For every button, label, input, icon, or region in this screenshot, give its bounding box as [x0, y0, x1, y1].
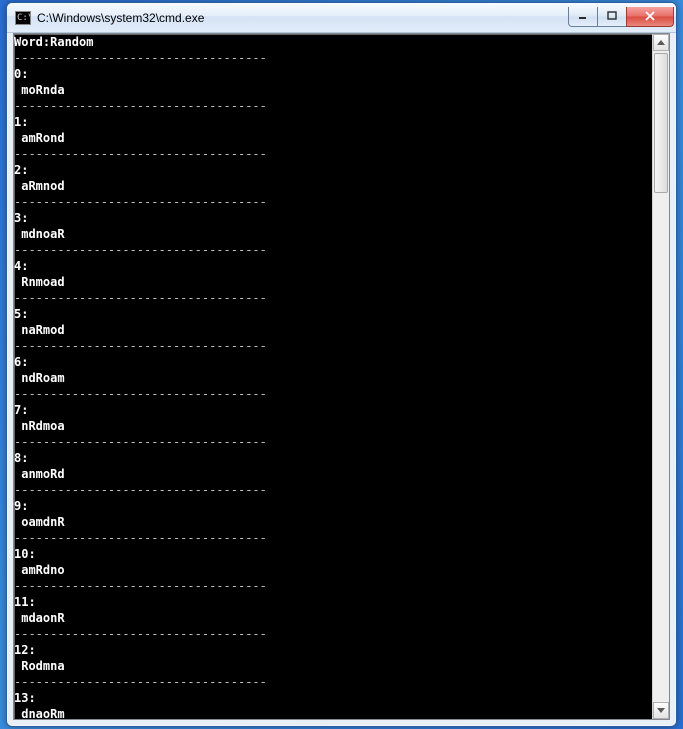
console-divider: -----------------------------------	[14, 675, 267, 689]
console-word: amRond	[14, 131, 65, 145]
chevron-down-icon	[657, 708, 665, 713]
vertical-scrollbar[interactable]	[652, 34, 669, 719]
console-divider: -----------------------------------	[14, 243, 267, 257]
console-word: Rnmoad	[14, 275, 65, 289]
console-index: 6:	[14, 355, 28, 369]
console-word: mdnoaR	[14, 227, 65, 241]
scroll-thumb[interactable]	[654, 53, 668, 193]
console-index: 9:	[14, 499, 28, 513]
console-index: 2:	[14, 163, 28, 177]
console-index: 13:	[14, 691, 36, 705]
console-word: ndRoam	[14, 371, 65, 385]
console-index: 0:	[14, 67, 28, 81]
console-word: Rodmna	[14, 659, 65, 673]
console-index: 8:	[14, 451, 28, 465]
console-word: dnaoRm	[14, 707, 65, 719]
maximize-button[interactable]	[597, 7, 627, 27]
console-divider: -----------------------------------	[14, 531, 267, 545]
console-output: Word:Random ----------------------------…	[14, 34, 652, 719]
console-word: amRdno	[14, 563, 65, 577]
console-divider: -----------------------------------	[14, 99, 267, 113]
scroll-down-button[interactable]	[653, 702, 669, 719]
console-index: 11:	[14, 595, 36, 609]
close-button[interactable]	[626, 7, 674, 27]
console-word: mdaonR	[14, 611, 65, 625]
console-word: aRmnod	[14, 179, 65, 193]
console-divider: -----------------------------------	[14, 291, 267, 305]
client-area: Word:Random ----------------------------…	[13, 33, 670, 720]
scroll-track[interactable]	[653, 51, 669, 702]
console-index: 3:	[14, 211, 28, 225]
console-divider: -----------------------------------	[14, 51, 267, 65]
console-index: 7:	[14, 403, 28, 417]
cmd-icon: C:\	[15, 11, 31, 25]
console-divider: -----------------------------------	[14, 627, 267, 641]
window-control-group	[569, 7, 674, 27]
console-word: naRmod	[14, 323, 65, 337]
console-index: 12:	[14, 643, 36, 657]
chevron-up-icon	[657, 40, 665, 45]
console-word: nRdmoa	[14, 419, 65, 433]
console-divider: -----------------------------------	[14, 435, 267, 449]
console-header: Word:Random	[14, 35, 93, 49]
console-divider: -----------------------------------	[14, 483, 267, 497]
console-index: 4:	[14, 259, 28, 273]
titlebar[interactable]: C:\ C:\Windows\system32\cmd.exe	[7, 3, 676, 33]
console-divider: -----------------------------------	[14, 147, 267, 161]
console-index: 10:	[14, 547, 36, 561]
console-word: oamdnR	[14, 515, 65, 529]
console-divider: -----------------------------------	[14, 339, 267, 353]
minimize-button[interactable]	[568, 7, 598, 27]
console-divider: -----------------------------------	[14, 579, 267, 593]
console-word: moRnda	[14, 83, 65, 97]
console-word: anmoRd	[14, 467, 65, 481]
console-divider: -----------------------------------	[14, 387, 267, 401]
cmd-window: C:\ C:\Windows\system32\cmd.exe Word:Ran…	[6, 2, 677, 727]
console-index: 5:	[14, 307, 28, 321]
console-index: 1:	[14, 115, 28, 129]
console-divider: -----------------------------------	[14, 195, 267, 209]
window-title: C:\Windows\system32\cmd.exe	[37, 11, 569, 25]
scroll-up-button[interactable]	[653, 34, 669, 51]
